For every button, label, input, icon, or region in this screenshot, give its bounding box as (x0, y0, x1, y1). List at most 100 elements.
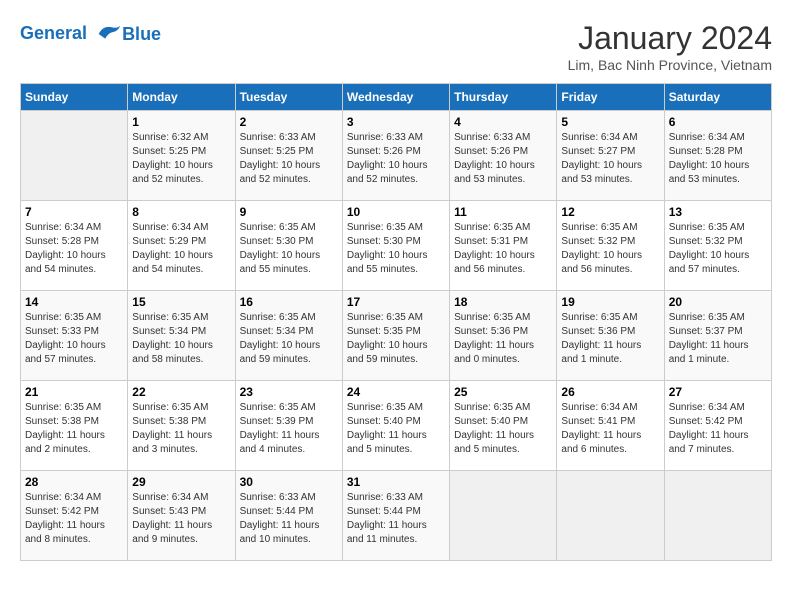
day-number: 3 (347, 115, 445, 129)
day-info: Sunrise: 6:35 AM Sunset: 5:39 PM Dayligh… (240, 401, 338, 457)
calendar-cell: 3Sunrise: 6:33 AM Sunset: 5:26 PM Daylig… (342, 111, 449, 201)
calendar-cell: 23 Sunrise: 6:35 AM Sunset: 5:39 PM Dayli… (235, 381, 342, 471)
calendar-cell: 29 Sunrise: 6:34 AM Sunset: 5:43 PM Dayli… (128, 471, 235, 561)
day-info: Sunrise: 6:35 AM Sunset: 5:38 PM Dayligh… (25, 401, 123, 457)
calendar-cell: 20Sunrise: 6:35 AM Sunset: 5:37 PM Dayli… (664, 291, 771, 381)
weekday-header: Sunday (21, 84, 128, 111)
day-info: Sunrise: 6:35 AM Sunset: 5:30 PM Dayligh… (240, 221, 338, 277)
day-info: Sunrise: 6:33 AM Sunset: 5:44 PM Dayligh… (240, 491, 338, 547)
calendar-cell: 22 Sunrise: 6:35 AM Sunset: 5:38 PM Dayli… (128, 381, 235, 471)
day-number: 6 (669, 115, 767, 129)
calendar-body: 1 Sunrise: 6:32 AM Sunset: 5:25 PM Daylig… (21, 111, 772, 561)
page-header: General Blue January 2024 Lim, Bac Ninh … (20, 20, 772, 73)
day-info: Sunrise: 6:35 AM Sunset: 5:36 PM Dayligh… (561, 311, 659, 367)
day-number: 9 (240, 205, 338, 219)
day-info: Sunrise: 6:35 AM Sunset: 5:36 PM Dayligh… (454, 311, 552, 367)
day-number: 27 (669, 385, 767, 399)
day-info: Sunrise: 6:35 AM Sunset: 5:38 PM Dayligh… (132, 401, 230, 457)
day-number: 23 (240, 385, 338, 399)
day-number: 5 (561, 115, 659, 129)
calendar-cell: 18 Sunrise: 6:35 AM Sunset: 5:36 PM Dayli… (450, 291, 557, 381)
weekday-header: Monday (128, 84, 235, 111)
calendar-cell: 12 Sunrise: 6:35 AM Sunset: 5:32 PM Dayli… (557, 201, 664, 291)
day-info: Sunrise: 6:34 AM Sunset: 5:43 PM Dayligh… (132, 491, 230, 547)
calendar-cell (21, 111, 128, 201)
calendar-week-row: 1 Sunrise: 6:32 AM Sunset: 5:25 PM Daylig… (21, 111, 772, 201)
day-number: 18 (454, 295, 552, 309)
calendar-cell: 10 Sunrise: 6:35 AM Sunset: 5:30 PM Dayli… (342, 201, 449, 291)
calendar-week-row: 21 Sunrise: 6:35 AM Sunset: 5:38 PM Dayli… (21, 381, 772, 471)
day-number: 22 (132, 385, 230, 399)
day-info: Sunrise: 6:35 AM Sunset: 5:35 PM Dayligh… (347, 311, 445, 367)
day-info: Sunrise: 6:35 AM Sunset: 5:34 PM Dayligh… (132, 311, 230, 367)
day-number: 30 (240, 475, 338, 489)
day-number: 21 (25, 385, 123, 399)
calendar-cell: 25 Sunrise: 6:35 AM Sunset: 5:40 PM Dayli… (450, 381, 557, 471)
calendar-cell: 16 Sunrise: 6:35 AM Sunset: 5:34 PM Dayli… (235, 291, 342, 381)
calendar-header: SundayMondayTuesdayWednesdayThursdayFrid… (21, 84, 772, 111)
day-number: 26 (561, 385, 659, 399)
day-number: 12 (561, 205, 659, 219)
day-number: 10 (347, 205, 445, 219)
day-info: Sunrise: 6:35 AM Sunset: 5:30 PM Dayligh… (347, 221, 445, 277)
logo: General Blue (20, 20, 161, 48)
day-info: Sunrise: 6:34 AM Sunset: 5:28 PM Dayligh… (669, 131, 767, 187)
calendar-cell: 8 Sunrise: 6:34 AM Sunset: 5:29 PM Daylig… (128, 201, 235, 291)
day-number: 11 (454, 205, 552, 219)
day-info: Sunrise: 6:35 AM Sunset: 5:32 PM Dayligh… (669, 221, 767, 277)
calendar-table: SundayMondayTuesdayWednesdayThursdayFrid… (20, 83, 772, 561)
calendar-cell: 27 Sunrise: 6:34 AM Sunset: 5:42 PM Dayli… (664, 381, 771, 471)
day-number: 25 (454, 385, 552, 399)
weekday-row: SundayMondayTuesdayWednesdayThursdayFrid… (21, 84, 772, 111)
day-info: Sunrise: 6:35 AM Sunset: 5:40 PM Dayligh… (454, 401, 552, 457)
weekday-header: Tuesday (235, 84, 342, 111)
day-info: Sunrise: 6:32 AM Sunset: 5:25 PM Dayligh… (132, 131, 230, 187)
title-area: January 2024 Lim, Bac Ninh Province, Vie… (568, 20, 772, 73)
day-number: 14 (25, 295, 123, 309)
day-info: Sunrise: 6:34 AM Sunset: 5:42 PM Dayligh… (669, 401, 767, 457)
day-info: Sunrise: 6:35 AM Sunset: 5:34 PM Dayligh… (240, 311, 338, 367)
weekday-header: Saturday (664, 84, 771, 111)
day-number: 1 (132, 115, 230, 129)
calendar-cell: 31Sunrise: 6:33 AM Sunset: 5:44 PM Dayli… (342, 471, 449, 561)
calendar-cell (664, 471, 771, 561)
day-number: 20 (669, 295, 767, 309)
calendar-cell: 13 Sunrise: 6:35 AM Sunset: 5:32 PM Dayli… (664, 201, 771, 291)
calendar-cell: 9 Sunrise: 6:35 AM Sunset: 5:30 PM Daylig… (235, 201, 342, 291)
day-number: 16 (240, 295, 338, 309)
calendar-cell: 19Sunrise: 6:35 AM Sunset: 5:36 PM Dayli… (557, 291, 664, 381)
day-info: Sunrise: 6:33 AM Sunset: 5:44 PM Dayligh… (347, 491, 445, 547)
weekday-header: Friday (557, 84, 664, 111)
weekday-header: Wednesday (342, 84, 449, 111)
calendar-week-row: 7 Sunrise: 6:34 AM Sunset: 5:28 PM Daylig… (21, 201, 772, 291)
day-info: Sunrise: 6:34 AM Sunset: 5:28 PM Dayligh… (25, 221, 123, 277)
day-info: Sunrise: 6:34 AM Sunset: 5:29 PM Dayligh… (132, 221, 230, 277)
day-number: 8 (132, 205, 230, 219)
day-info: Sunrise: 6:35 AM Sunset: 5:32 PM Dayligh… (561, 221, 659, 277)
day-number: 24 (347, 385, 445, 399)
day-number: 4 (454, 115, 552, 129)
logo-general: General (20, 23, 87, 43)
calendar-cell: 17Sunrise: 6:35 AM Sunset: 5:35 PM Dayli… (342, 291, 449, 381)
day-info: Sunrise: 6:34 AM Sunset: 5:41 PM Dayligh… (561, 401, 659, 457)
day-number: 29 (132, 475, 230, 489)
day-number: 15 (132, 295, 230, 309)
calendar-cell: 15 Sunrise: 6:35 AM Sunset: 5:34 PM Dayli… (128, 291, 235, 381)
calendar-cell: 5Sunrise: 6:34 AM Sunset: 5:27 PM Daylig… (557, 111, 664, 201)
calendar-cell: 28Sunrise: 6:34 AM Sunset: 5:42 PM Dayli… (21, 471, 128, 561)
location: Lim, Bac Ninh Province, Vietnam (568, 57, 772, 73)
month-title: January 2024 (568, 20, 772, 57)
logo-text: General Blue (20, 20, 161, 48)
weekday-header: Thursday (450, 84, 557, 111)
calendar-cell: 2Sunrise: 6:33 AM Sunset: 5:25 PM Daylig… (235, 111, 342, 201)
calendar-cell: 14Sunrise: 6:35 AM Sunset: 5:33 PM Dayli… (21, 291, 128, 381)
day-number: 2 (240, 115, 338, 129)
calendar-cell (450, 471, 557, 561)
day-info: Sunrise: 6:34 AM Sunset: 5:42 PM Dayligh… (25, 491, 123, 547)
day-number: 13 (669, 205, 767, 219)
calendar-cell (557, 471, 664, 561)
day-info: Sunrise: 6:35 AM Sunset: 5:31 PM Dayligh… (454, 221, 552, 277)
day-number: 7 (25, 205, 123, 219)
calendar-week-row: 28Sunrise: 6:34 AM Sunset: 5:42 PM Dayli… (21, 471, 772, 561)
logo-blue: Blue (122, 24, 161, 45)
